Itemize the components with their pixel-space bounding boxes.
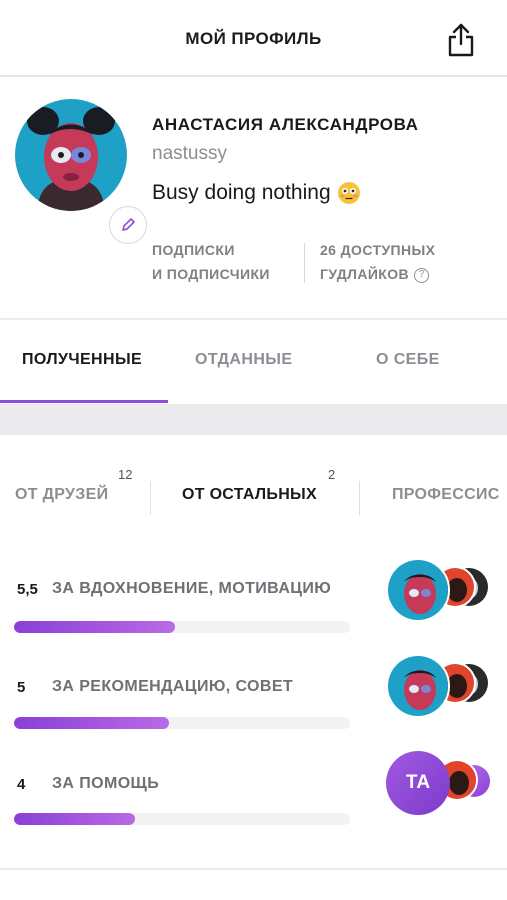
initials-avatar: ТА bbox=[386, 751, 450, 815]
row-label: ЗА ПОМОЩЬ bbox=[52, 775, 160, 792]
status-text: Busy doing nothing bbox=[152, 181, 331, 204]
row-label: ЗА РЕКОМЕНДАЦИЮ, СОВЕТ bbox=[52, 678, 294, 695]
giver-avatars[interactable] bbox=[386, 558, 496, 624]
avatar bbox=[386, 558, 450, 622]
available-goodlikes[interactable]: 26 ДОСТУПНЫХ ГУДЛАЙКОВ? bbox=[320, 238, 435, 286]
subtab-professional[interactable]: ПРОФЕССИС bbox=[392, 486, 500, 504]
subscriptions-line1: ПОДПИСКИ bbox=[152, 242, 235, 258]
help-icon[interactable]: ? bbox=[414, 267, 430, 283]
active-tab-indicator bbox=[0, 400, 168, 403]
pencil-icon bbox=[122, 218, 135, 231]
profile-tabs: ПОЛУЧЕННЫЕ ОТДАННЫЕ О СЕБЕ bbox=[0, 320, 507, 404]
others-count: 2 bbox=[328, 467, 336, 482]
progress-fill bbox=[14, 621, 176, 633]
subtab-divider bbox=[150, 481, 151, 515]
subtab-from-friends[interactable]: ОТ ДРУЗЕЙ bbox=[15, 486, 108, 504]
avatar bbox=[15, 99, 127, 211]
avatar bbox=[386, 654, 450, 718]
available-line1: 26 ДОСТУПНЫХ bbox=[320, 242, 436, 258]
subtab-divider bbox=[359, 481, 360, 515]
row-score: 5 bbox=[17, 679, 26, 696]
flushed-emoji-icon bbox=[337, 182, 360, 204]
profile-card: АНАСТАСИЯ АЛЕКСАНДРОВА nastussy Busy doi… bbox=[0, 77, 507, 318]
profile-avatar[interactable] bbox=[15, 99, 147, 244]
page-title: МОЙ ПРОФИЛЬ bbox=[185, 29, 322, 48]
row-score: 5,5 bbox=[17, 581, 38, 598]
friends-count: 12 bbox=[118, 467, 133, 482]
giver-avatars[interactable] bbox=[386, 654, 496, 720]
received-card: ОТ ДРУЗЕЙ 12 ОТ ОСТАЛЬНЫХ 2 ПРОФЕССИС 5,… bbox=[0, 435, 507, 868]
progress-fill bbox=[14, 717, 169, 729]
bottom-section bbox=[0, 870, 507, 900]
edit-avatar-button[interactable] bbox=[109, 206, 147, 244]
profile-status: Busy doing nothing bbox=[152, 181, 361, 205]
row-score: 4 bbox=[17, 776, 26, 793]
row-label: ЗА ВДОХНОВЕНИЕ, МОТИВАЦИЮ bbox=[52, 580, 332, 597]
stats-divider bbox=[304, 243, 305, 283]
available-line2: ГУДЛАЙКОВ bbox=[320, 266, 410, 282]
share-button[interactable] bbox=[445, 22, 477, 58]
profile-username: nastussy bbox=[152, 143, 227, 164]
giver-avatars[interactable]: ТА bbox=[386, 751, 496, 817]
progress-track bbox=[14, 717, 350, 729]
progress-fill bbox=[14, 813, 135, 825]
top-bar: МОЙ ПРОФИЛЬ bbox=[0, 0, 507, 76]
subtab-from-others[interactable]: ОТ ОСТАЛЬНЫХ bbox=[182, 486, 317, 504]
subscriptions-link[interactable]: ПОДПИСКИ И ПОДПИСЧИКИ bbox=[152, 238, 270, 286]
progress-track bbox=[14, 813, 350, 825]
subscriptions-line2: И ПОДПИСЧИКИ bbox=[152, 266, 270, 282]
progress-track bbox=[14, 621, 350, 633]
tab-about[interactable]: О СЕБЕ bbox=[376, 351, 440, 369]
tab-given[interactable]: ОТДАННЫЕ bbox=[195, 351, 292, 369]
profile-name: АНАСТАСИЯ АЛЕКСАНДРОВА bbox=[152, 115, 419, 134]
share-icon bbox=[448, 23, 474, 57]
tab-received[interactable]: ПОЛУЧЕННЫЕ bbox=[22, 351, 142, 369]
